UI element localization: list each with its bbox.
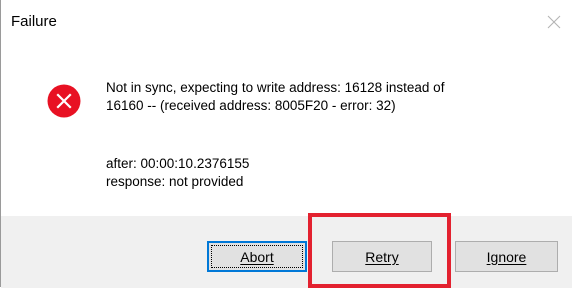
message-dialog: Failure Not in sync, expecting to write …: [0, 0, 572, 288]
ignore-button[interactable]: Ignore: [455, 241, 558, 272]
error-message-line: Not in sync, expecting to write address:…: [106, 80, 445, 95]
dialog-title: Failure: [11, 13, 57, 30]
ignore-button-label: Ignore: [486, 248, 527, 265]
error-details: after: 00:00:10.2376155 response: not pr…: [106, 155, 249, 191]
dialog-content: Not in sync, expecting to write address:…: [1, 44, 572, 216]
response-text: response: not provided: [106, 174, 244, 189]
button-bar: Abort Retry Ignore: [1, 216, 572, 288]
title-bar: Failure: [1, 0, 572, 44]
close-button[interactable]: [537, 6, 571, 38]
abort-button-label: Abort: [240, 248, 274, 265]
elapsed-time-text: after: 00:00:10.2376155: [106, 156, 250, 171]
error-icon: [47, 84, 81, 118]
retry-highlight-box: [308, 213, 451, 288]
error-message-line: 16160 -- (received address: 8005F20 - er…: [106, 98, 396, 113]
abort-button[interactable]: Abort: [207, 241, 307, 272]
close-icon: [547, 15, 561, 29]
error-message: Not in sync, expecting to write address:…: [106, 79, 556, 115]
